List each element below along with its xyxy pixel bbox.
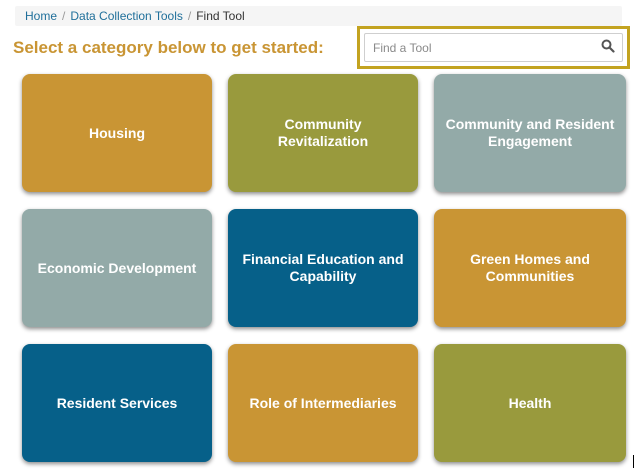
breadcrumb-home-link[interactable]: Home: [25, 9, 57, 23]
category-tile-community-revitalization[interactable]: Community Revitalization: [228, 74, 418, 192]
category-tile-housing[interactable]: Housing: [22, 74, 212, 192]
breadcrumb-data-collection-tools-link[interactable]: Data Collection Tools: [70, 9, 183, 23]
category-tile-resident-services[interactable]: Resident Services: [22, 344, 212, 462]
search-box: [364, 33, 623, 62]
breadcrumb-separator: /: [187, 9, 192, 23]
breadcrumb: Home / Data Collection Tools / Find Tool: [15, 6, 622, 26]
category-tile-green-homes[interactable]: Green Homes and Communities: [434, 209, 626, 327]
category-tile-community-resident-engagement[interactable]: Community and Resident Engagement: [434, 74, 626, 192]
category-tile-economic-development[interactable]: Economic Development: [22, 209, 212, 327]
breadcrumb-separator: /: [62, 9, 66, 23]
breadcrumb-current-page: Find Tool: [196, 9, 245, 23]
category-tile-financial-education[interactable]: Financial Education and Capability: [228, 209, 418, 327]
text-cursor: [633, 455, 634, 468]
page-heading: Select a category below to get started:: [13, 38, 324, 57]
search-input[interactable]: [365, 34, 622, 61]
search-highlight-frame: [357, 26, 630, 69]
search-icon[interactable]: [601, 39, 615, 53]
category-tile-role-of-intermediaries[interactable]: Role of Intermediaries: [228, 344, 418, 462]
category-tile-health[interactable]: Health: [434, 344, 626, 462]
